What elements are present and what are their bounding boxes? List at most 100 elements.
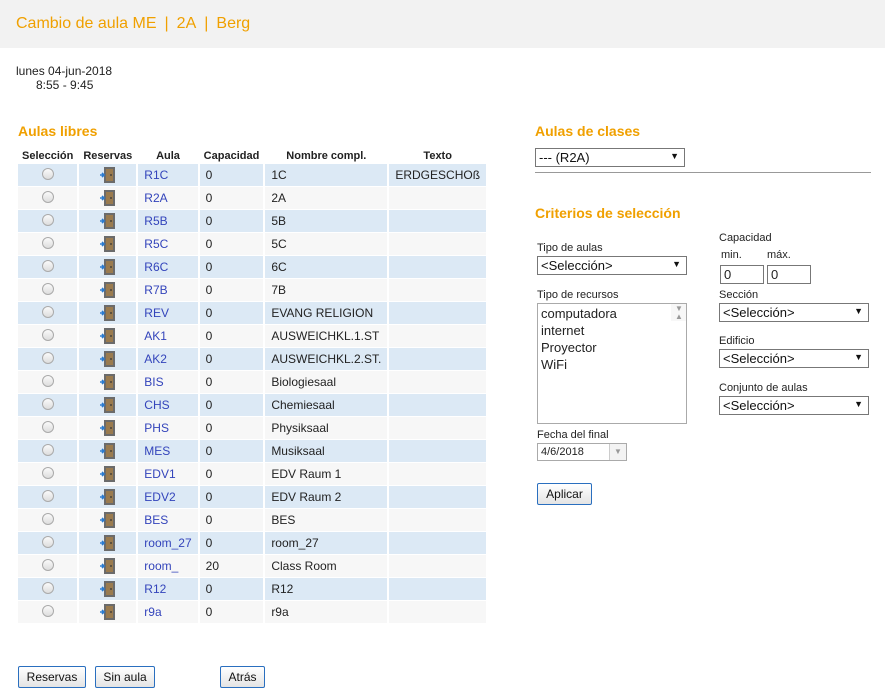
room-link[interactable]: BIS	[144, 375, 163, 389]
text-cell	[389, 600, 487, 623]
text-cell	[389, 531, 487, 554]
room-link[interactable]: R6C	[144, 260, 168, 274]
select-radio[interactable]	[41, 443, 54, 456]
door-icon[interactable]	[99, 511, 117, 529]
select-radio[interactable]	[41, 282, 54, 295]
door-icon[interactable]	[99, 166, 117, 184]
door-icon[interactable]	[99, 327, 117, 345]
room-link[interactable]: R1C	[144, 168, 168, 182]
calendar-dropdown-icon[interactable]: ▼	[609, 444, 626, 460]
roomset-value: <Selección>	[723, 398, 795, 413]
room-link[interactable]: R12	[144, 582, 166, 596]
select-radio[interactable]	[41, 512, 54, 525]
door-icon[interactable]	[99, 442, 117, 460]
select-radio[interactable]	[41, 213, 54, 226]
capacity-max-input[interactable]: 0	[767, 265, 811, 284]
room-link[interactable]: r9a	[144, 605, 161, 619]
class-room-select[interactable]: --- (R2A) ▼	[535, 148, 685, 167]
room-link[interactable]: EDV1	[144, 467, 175, 481]
scroll-down-icon[interactable]: ▼	[675, 300, 683, 317]
select-radio[interactable]	[41, 259, 54, 272]
select-radio[interactable]	[41, 374, 54, 387]
full-name-cell: Biologiesaal	[265, 370, 388, 393]
select-radio[interactable]	[41, 351, 54, 364]
room-link[interactable]: CHS	[144, 398, 169, 412]
apply-button[interactable]: Aplicar	[537, 483, 592, 505]
door-icon[interactable]	[99, 281, 117, 299]
room-link[interactable]: R7B	[144, 283, 167, 297]
header-teacher: Berg	[216, 15, 251, 32]
door-icon[interactable]	[99, 534, 117, 552]
room-type-select[interactable]: <Selección> ▼	[537, 256, 687, 275]
roomset-select[interactable]: <Selección> ▼	[719, 396, 869, 415]
table-row: MES 0 Musiksaal	[18, 439, 487, 462]
door-icon[interactable]	[99, 580, 117, 598]
roomset-label: Conjunto de aulas	[719, 382, 808, 394]
room-link[interactable]: AK1	[144, 329, 167, 343]
capacity-cell: 0	[199, 301, 264, 324]
column-header: Texto	[423, 150, 452, 162]
door-icon[interactable]	[99, 419, 117, 437]
room-link[interactable]: AK2	[144, 352, 167, 366]
room-link[interactable]: R5C	[144, 237, 168, 251]
table-row: PHS 0 Physiksaal	[18, 416, 487, 439]
list-item[interactable]: computadora	[541, 305, 683, 322]
select-radio[interactable]	[41, 581, 54, 594]
back-button[interactable]: Atrás	[220, 666, 265, 688]
room-link[interactable]: R2A	[144, 191, 167, 205]
building-value: <Selección>	[723, 351, 795, 366]
room-link[interactable]: MES	[144, 444, 170, 458]
room-link[interactable]: room_27	[144, 536, 191, 550]
door-icon[interactable]	[99, 488, 117, 506]
room-cell: EDV2	[138, 485, 198, 508]
list-item[interactable]: internet	[541, 322, 683, 339]
select-radio[interactable]	[41, 604, 54, 617]
room-link[interactable]: REV	[144, 306, 169, 320]
door-icon[interactable]	[99, 557, 117, 575]
capacity-cell: 0	[199, 163, 264, 186]
capacity-min-input[interactable]: 0	[720, 265, 764, 284]
resource-type-list[interactable]: computadora internet Proyector WiFi ▲ ▼	[537, 303, 687, 424]
row-reservation-cell	[79, 462, 137, 485]
door-icon[interactable]	[99, 350, 117, 368]
section-value: <Selección>	[723, 305, 795, 320]
scrollbar[interactable]: ▲ ▼	[671, 304, 686, 321]
select-radio[interactable]	[41, 420, 54, 433]
select-radio[interactable]	[41, 397, 54, 410]
room-link[interactable]: PHS	[144, 421, 169, 435]
door-icon[interactable]	[99, 465, 117, 483]
select-radio[interactable]	[41, 236, 54, 249]
room-link[interactable]: EDV2	[144, 490, 175, 504]
door-icon[interactable]	[99, 189, 117, 207]
column-header: Capacidad	[203, 150, 260, 162]
table-row: AK1 0 AUSWEICHKL.1.ST	[18, 324, 487, 347]
select-radio[interactable]	[41, 535, 54, 548]
room-link[interactable]: R5B	[144, 214, 167, 228]
row-reservation-cell	[79, 324, 137, 347]
door-icon[interactable]	[99, 373, 117, 391]
list-item[interactable]: WiFi	[541, 356, 683, 373]
room-link[interactable]: room_	[144, 559, 178, 573]
column-header: Nombre compl.	[286, 150, 367, 162]
door-icon[interactable]	[99, 396, 117, 414]
door-icon[interactable]	[99, 235, 117, 253]
room-link[interactable]: BES	[144, 513, 168, 527]
select-radio[interactable]	[41, 489, 54, 502]
select-radio[interactable]	[41, 328, 54, 341]
select-radio[interactable]	[41, 190, 54, 203]
select-radio[interactable]	[41, 466, 54, 479]
table-row: R2A 0 2A	[18, 186, 487, 209]
door-icon[interactable]	[99, 603, 117, 621]
end-date-input[interactable]: 4/6/2018 ▼	[537, 443, 627, 461]
door-icon[interactable]	[99, 258, 117, 276]
select-radio[interactable]	[41, 558, 54, 571]
door-icon[interactable]	[99, 212, 117, 230]
door-icon[interactable]	[99, 304, 117, 322]
list-item[interactable]: Proyector	[541, 339, 683, 356]
select-radio[interactable]	[41, 305, 54, 318]
building-select[interactable]: <Selección> ▼	[719, 349, 869, 368]
section-select[interactable]: <Selección> ▼	[719, 303, 869, 322]
select-radio[interactable]	[41, 167, 54, 180]
no-room-button[interactable]: Sin aula	[95, 666, 155, 688]
reservations-button[interactable]: Reservas	[18, 666, 86, 688]
